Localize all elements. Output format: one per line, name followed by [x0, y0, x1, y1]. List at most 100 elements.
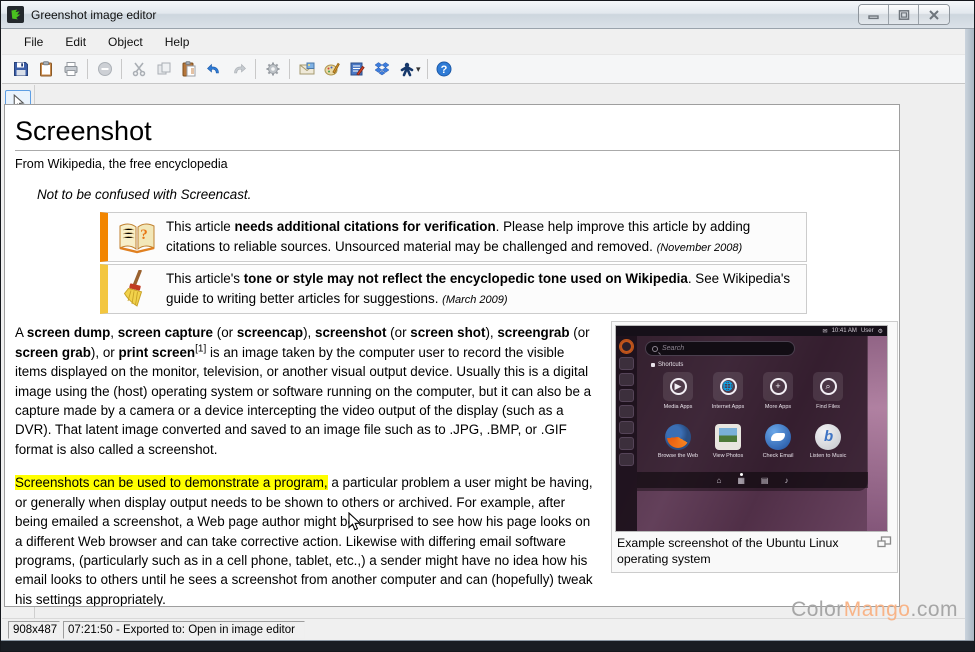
text-segment: . — [248, 187, 252, 202]
window-frame-right — [965, 29, 974, 640]
wiki-link: Screencast — [181, 187, 248, 202]
close-button[interactable] — [919, 5, 949, 24]
wiki-link: reliable sources — [234, 239, 328, 254]
copy-to-clipboard-button[interactable] — [33, 57, 58, 81]
text-segment: is an — [206, 345, 242, 360]
menu-help[interactable]: Help — [155, 31, 200, 53]
wiki-link: tone — [244, 271, 272, 286]
ubuntu-clock: 10:41 AM — [832, 328, 857, 334]
paragraph-1: A screen dump, screen capture (or screen… — [15, 323, 603, 459]
help-button[interactable]: ? — [432, 57, 457, 81]
text-segment: Screenshots can be used to demonstrate a… — [15, 475, 328, 490]
text-segment: for — [399, 219, 424, 234]
text-segment: ), or — [91, 345, 119, 360]
svg-text:?: ? — [140, 227, 148, 243]
launcher-item — [619, 405, 634, 418]
plus-icon: + — [770, 378, 787, 395]
toolbar-separator — [87, 59, 88, 79]
launcher-item — [619, 453, 634, 466]
redo-button — [226, 57, 251, 81]
open-in-paint-button[interactable] — [319, 57, 344, 81]
wiki-link: citations — [344, 219, 399, 234]
text-segment: This article — [166, 219, 234, 234]
undo-button[interactable] — [201, 57, 226, 81]
text-segment: for suggestions. — [340, 291, 442, 306]
thunderbird-icon — [765, 424, 791, 450]
title-bar[interactable]: Greenshot image editor — [1, 1, 974, 29]
copy-button — [151, 57, 176, 81]
main-area: T abc Scree — [2, 85, 965, 618]
home-icon: ⌂ — [717, 476, 722, 485]
text-segment: screen capture — [118, 325, 213, 340]
app-label: Browse the Web — [658, 453, 698, 459]
launcher-item — [619, 373, 634, 386]
text-segment: ), — [303, 325, 315, 340]
minimize-button[interactable] — [859, 5, 889, 24]
ubuntu-user-label: User — [861, 328, 874, 334]
greenshot-window: Greenshot image editor File Edit Object … — [0, 0, 975, 652]
ubuntu-mail-icon: ✉ — [823, 328, 828, 335]
export-status-message: 07:21:50 - Exported to: Open in image ed… — [63, 621, 305, 639]
figure-caption: Example screenshot of the Ubuntu Linux o… — [615, 532, 894, 568]
citations-notice-text: This article needs additional citations … — [166, 217, 797, 257]
text-segment: . — [649, 239, 656, 254]
text-segment: Example screenshot of the — [617, 536, 766, 550]
magnify-icon — [877, 536, 892, 553]
text-segment: screenshot — [315, 325, 386, 340]
menu-edit[interactable]: Edit — [55, 31, 96, 53]
toolbar: ▾ ? — [2, 55, 965, 84]
menu-object[interactable]: Object — [98, 31, 153, 53]
ubuntu-dock: ⌂ ▦ ▤ ♪ — [637, 472, 868, 488]
banshee-icon — [815, 424, 841, 450]
wiki-link: computer — [359, 345, 415, 360]
text-segment: screen dump — [27, 325, 110, 340]
text-segment: needs additional — [234, 219, 343, 234]
text-segment: (March 2009) — [442, 294, 507, 306]
text-segment: screen shot — [410, 325, 485, 340]
text-segment: or a device intercepting the video outpu… — [174, 403, 563, 418]
launcher-item — [619, 437, 634, 450]
app-label: View Photos — [713, 453, 743, 459]
launcher-item — [619, 389, 634, 402]
wiki-link: [1] — [195, 343, 206, 354]
text-segment: (or — [570, 325, 590, 340]
wiki-link: DVR — [15, 422, 43, 437]
toolbar-separator — [427, 59, 428, 79]
firefox-icon — [665, 424, 691, 450]
tile-media-apps: ▶ Media Apps — [655, 372, 701, 410]
image-size-status: 908x487 — [8, 621, 60, 639]
wiki-link: removed — [597, 239, 649, 254]
wiki-link: Ubuntu Linux — [766, 536, 838, 550]
tile-internet-apps: 🌐 Internet Apps — [705, 372, 751, 410]
text-segment: a particular problem a user might be hav… — [15, 475, 593, 606]
photos-icon — [715, 424, 741, 450]
upload-dropdown-caret[interactable]: ▾ — [416, 64, 421, 75]
open-in-editor-button[interactable] — [344, 57, 369, 81]
wiki-link: challenged — [502, 239, 567, 254]
email-button[interactable] — [294, 57, 319, 81]
toolbar-separator — [121, 59, 122, 79]
window-title: Greenshot image editor — [31, 8, 858, 22]
app-listen-music: Listen to Music — [802, 424, 854, 459]
text-segment: and — [567, 239, 597, 254]
ubuntu-desktop-band — [867, 326, 887, 531]
text-segment: , — [110, 325, 117, 340]
app-view-photos: View Photos — [702, 424, 754, 459]
launcher-item — [619, 357, 634, 370]
editor-canvas[interactable]: Screenshot From Wikipedia, the free ency… — [4, 104, 900, 607]
app-label: Listen to Music — [810, 453, 847, 459]
wiki-link: image — [242, 345, 278, 360]
launcher-item — [619, 421, 634, 434]
settings-button[interactable] — [260, 57, 285, 81]
wiki-link: verification — [424, 219, 495, 234]
menu-file[interactable]: File — [14, 31, 53, 53]
magnifier-icon: ⌕ — [820, 378, 837, 395]
app-browse-web: Browse the Web — [652, 424, 704, 459]
print-button[interactable] — [58, 57, 83, 81]
paste-button[interactable] — [176, 57, 201, 81]
dropbox-button[interactable] — [369, 57, 394, 81]
save-button[interactable] — [8, 57, 33, 81]
ubuntu-search-placeholder: Search — [662, 345, 684, 352]
ubuntu-shortcuts-label: Shortcuts — [651, 362, 683, 368]
maximize-button[interactable] — [889, 5, 919, 24]
